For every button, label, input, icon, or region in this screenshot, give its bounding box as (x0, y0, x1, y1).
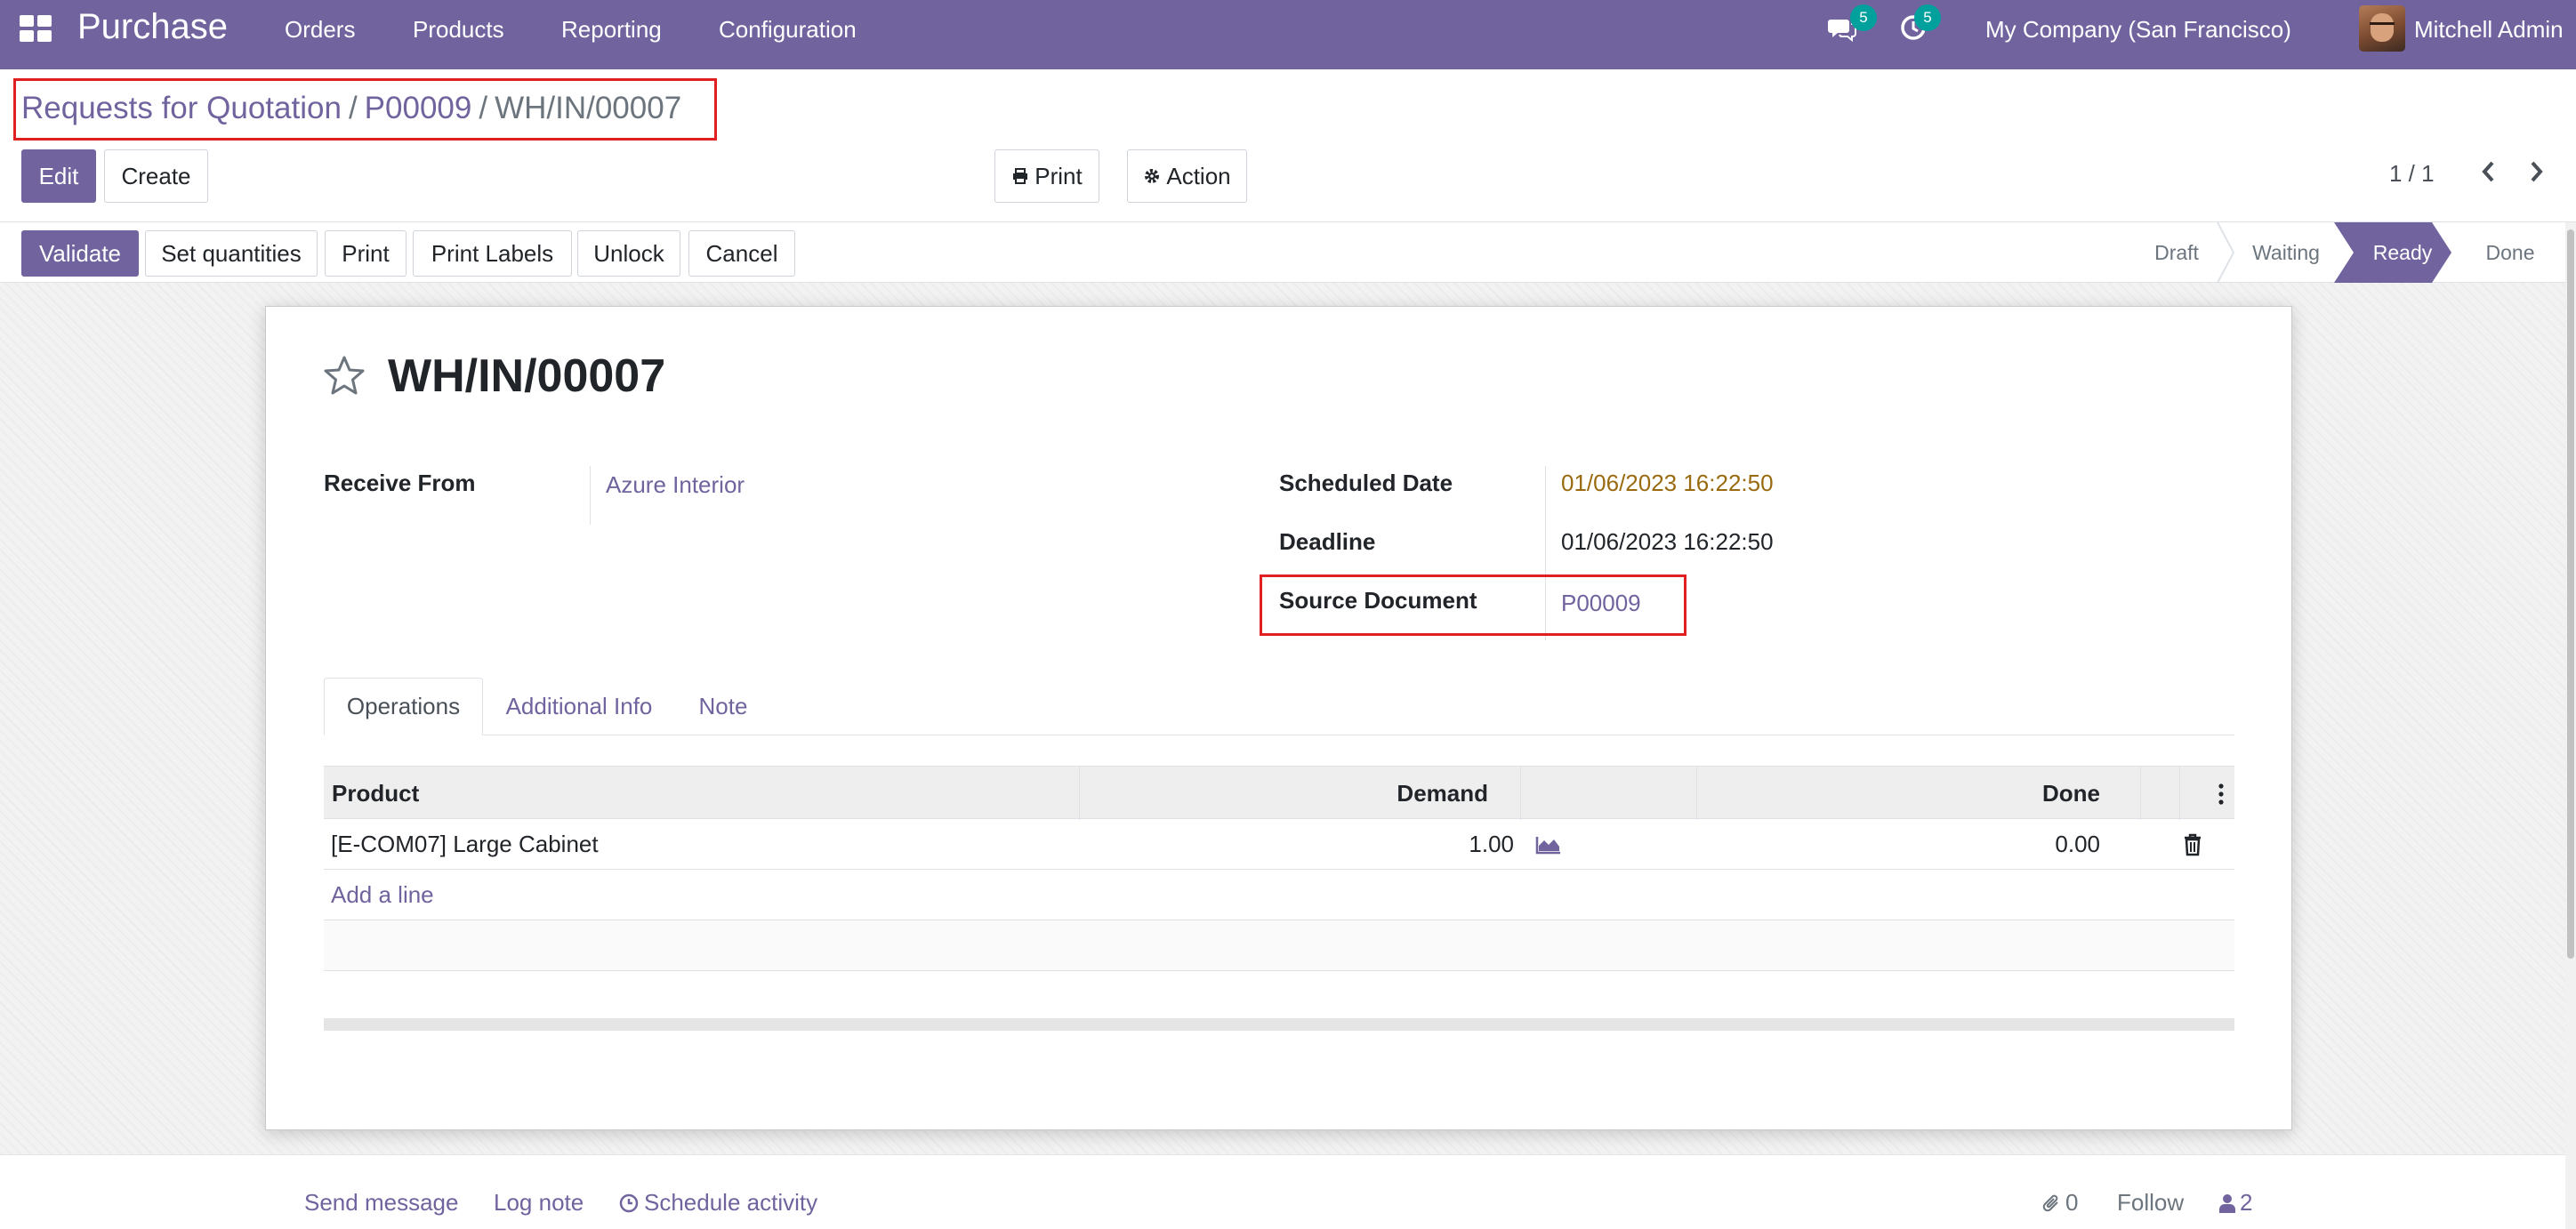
row-product-cell[interactable]: [E-COM07] Large Cabinet (331, 819, 599, 870)
deadline-field[interactable]: 01/06/2023 16:22:50 (1561, 528, 1774, 556)
add-line-link[interactable]: Add a line (331, 870, 434, 920)
status-step-draft[interactable]: Draft (2137, 222, 2217, 283)
table-header: Product Demand Done (324, 766, 2234, 820)
edit-button[interactable]: Edit (21, 149, 96, 203)
tab-note[interactable]: Note (685, 678, 761, 735)
user-menu[interactable]: Mitchell Admin (2414, 16, 2564, 44)
tab-additional-info[interactable]: Additional Info (494, 678, 664, 735)
table-row[interactable]: [E-COM07] Large Cabinet 1.00 0.00 (324, 819, 2234, 870)
optional-columns-icon[interactable] (2218, 783, 2224, 806)
scheduled-date-label: Scheduled Date (1279, 470, 1453, 496)
column-done-header[interactable]: Done (1696, 767, 2100, 820)
status-step-done[interactable]: Done (2455, 222, 2565, 283)
app-name[interactable]: Purchase (77, 7, 228, 47)
favorite-star-icon[interactable] (322, 354, 366, 398)
column-demand-header[interactable]: Demand (1079, 767, 1488, 820)
schedule-activity-button[interactable]: Schedule activity (619, 1189, 817, 1217)
unlock-button[interactable]: Unlock (577, 230, 680, 277)
empty-table-row (324, 920, 2234, 971)
action-dropdown-button[interactable]: Action (1127, 149, 1247, 203)
pager-next-icon[interactable] (2524, 157, 2550, 187)
menu-configuration[interactable]: Configuration (719, 16, 857, 44)
highlight-box-source-document (1260, 574, 1686, 636)
highlight-box-breadcrumb (13, 78, 717, 141)
user-icon (2219, 1193, 2235, 1213)
row-demand-cell[interactable]: 1.00 (1079, 819, 1514, 870)
field-divider (590, 466, 591, 525)
validate-button[interactable]: Validate (21, 230, 139, 277)
followers-count: 2 (2240, 1189, 2253, 1216)
attachments-count: 0 (2065, 1189, 2079, 1216)
column-divider (2179, 767, 2180, 820)
followers-button[interactable]: 2 (2218, 1189, 2252, 1217)
menu-reporting[interactable]: Reporting (561, 16, 662, 44)
delete-trash-icon[interactable] (2183, 819, 2202, 870)
schedule-activity-label: Schedule activity (644, 1189, 818, 1216)
pager-value[interactable]: 1 / 1 (2389, 160, 2435, 188)
attachments-button[interactable]: 0 (2042, 1189, 2078, 1217)
follow-button[interactable]: Follow (2117, 1189, 2184, 1217)
clock-icon (619, 1193, 639, 1212)
action-label: Action (1166, 162, 1231, 189)
tab-operations[interactable]: Operations (324, 678, 483, 735)
top-navbar: Purchase Orders Products Reporting Confi… (0, 0, 2576, 69)
pager-previous-icon[interactable] (2475, 157, 2501, 187)
paperclip-icon (2042, 1194, 2058, 1211)
table-horizontal-scrollbar[interactable] (324, 1018, 2234, 1031)
log-note-button[interactable]: Log note (494, 1189, 584, 1217)
deadline-label: Deadline (1279, 528, 1376, 555)
statusbar: Validate Set quantities Print Print Labe… (0, 222, 2576, 283)
print-button[interactable]: Print (325, 230, 407, 277)
status-step-separator (2217, 222, 2234, 283)
column-product-header[interactable]: Product (332, 767, 419, 820)
column-divider (2140, 767, 2141, 820)
send-message-button[interactable]: Send message (304, 1189, 458, 1217)
status-step-waiting[interactable]: Waiting (2236, 222, 2336, 283)
scheduled-date-field[interactable]: 01/06/2023 16:22:50 (1561, 470, 1774, 497)
receive-from-field[interactable]: Azure Interior (606, 471, 745, 499)
row-done-cell[interactable]: 0.00 (1696, 819, 2100, 870)
record-title: WH/IN/00007 (388, 350, 666, 402)
forecast-chart-icon[interactable] (1535, 819, 1562, 870)
print-label: Print (1034, 162, 1083, 189)
apps-grid-icon[interactable] (20, 15, 52, 42)
menu-products[interactable]: Products (413, 16, 504, 44)
menu-orders[interactable]: Orders (285, 16, 355, 44)
print-dropdown-button[interactable]: Print (994, 149, 1099, 203)
create-button[interactable]: Create (104, 149, 208, 203)
messages-count-badge: 5 (1850, 4, 1877, 31)
user-avatar[interactable] (2359, 5, 2405, 52)
page-scrollbar[interactable] (2565, 222, 2576, 1229)
status-step-ready[interactable]: Ready (2354, 222, 2451, 283)
add-line-row: Add a line (324, 870, 2234, 920)
set-quantities-button[interactable]: Set quantities (145, 230, 318, 277)
cancel-button[interactable]: Cancel (688, 230, 795, 277)
receive-from-label: Receive From (324, 470, 476, 496)
print-labels-button[interactable]: Print Labels (413, 230, 572, 277)
gear-icon (1145, 169, 1160, 183)
printer-icon (1013, 168, 1028, 184)
company-switcher[interactable]: My Company (San Francisco) (1985, 16, 2291, 44)
column-divider (1520, 767, 1521, 820)
activities-count-badge: 5 (1914, 4, 1941, 31)
